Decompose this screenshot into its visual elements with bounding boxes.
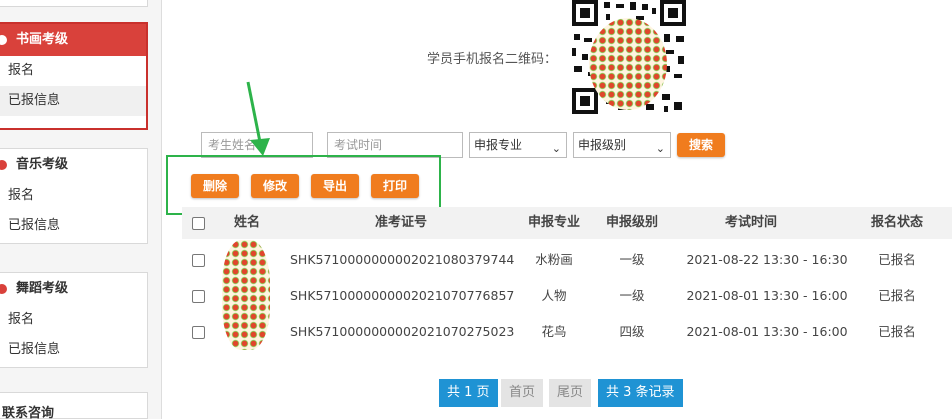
sidebar-section-header[interactable]: 书画考级 [0, 24, 146, 56]
exam-time-value: 2021-08-01 13:30 - 16:00 [686, 324, 848, 339]
sidebar-section-title: 书画考级 [16, 32, 69, 47]
sidebar-section-music: 音乐考级 报名 已报信息 [0, 148, 148, 244]
ticket-number: SHK5710000000002021080379744 [290, 252, 515, 267]
sidebar-section-header[interactable]: 舞蹈考级 [0, 273, 147, 305]
level-value: 一级 [619, 288, 645, 303]
status-value: 已报名 [878, 324, 916, 339]
select-all-checkbox[interactable] [192, 217, 205, 230]
level-value: 四级 [619, 324, 645, 339]
qr-label: 学员手机报名二维码： [427, 52, 558, 67]
sidebar-section-title: 音乐考级 [16, 157, 69, 172]
table-header: 姓名 准考证号 申报专业 申报级别 考试时间 报名状态 [182, 207, 952, 239]
sidebar-top-stub [0, 0, 148, 7]
col-header-level: 申报级别 [605, 215, 658, 230]
col-header-status: 报名状态 [870, 215, 923, 230]
pagination-last-button[interactable]: 尾页 [549, 379, 592, 407]
annotation-arrow-icon [246, 81, 270, 156]
row-checkbox[interactable] [192, 290, 205, 303]
col-header-name: 姓名 [233, 215, 260, 230]
status-value: 已报名 [878, 252, 916, 267]
section-bullet-icon [0, 284, 7, 294]
level-value: 一级 [619, 252, 645, 267]
status-value: 已报名 [878, 288, 916, 303]
level-select[interactable]: 申报级别 ⌄ [573, 132, 671, 158]
sidebar-item-register[interactable]: 报名 [0, 181, 147, 211]
section-bullet-icon [0, 35, 7, 45]
sidebar: 书画考级 报名 已报信息 音乐考级 报名 已报信息 舞蹈考级 报名 已报信息 联… [0, 0, 162, 419]
col-header-exam-time: 考试时间 [724, 215, 777, 230]
exam-time-value: 2021-08-22 13:30 - 16:30 [686, 252, 848, 267]
major-select-value: 申报专业 [474, 138, 523, 152]
sidebar-item-registered-info[interactable]: 已报信息 [0, 86, 146, 116]
qr-obscured-center [589, 18, 667, 110]
exam-time-value: 2021-08-01 13:30 - 16:00 [686, 288, 848, 303]
table-row[interactable]: SHK5710000000002021080379744 水粉画 一级 2021… [182, 242, 952, 278]
pagination-first-button[interactable]: 首页 [501, 379, 544, 407]
row-checkbox[interactable] [192, 326, 205, 339]
ticket-number: SHK5710000000002021070776857 [290, 288, 515, 303]
sidebar-item-register[interactable]: 报名 [0, 56, 146, 86]
sidebar-contact[interactable]: 联系咨询 [0, 392, 148, 419]
sidebar-item-registered-info[interactable]: 已报信息 [0, 335, 147, 365]
pagination-page-count: 共 1 页 [439, 379, 498, 407]
search-button[interactable]: 搜索 [677, 133, 725, 157]
major-value: 水粉画 [535, 252, 573, 267]
col-header-major: 申报专业 [527, 215, 580, 230]
major-value: 花鸟 [541, 324, 567, 339]
table-row[interactable]: SHK5710000000002021070275023 花鸟 四级 2021-… [182, 314, 952, 350]
col-header-ticket: 准考证号 [374, 215, 427, 230]
ticket-number: SHK5710000000002021070275023 [290, 324, 515, 339]
major-select[interactable]: 申报专业 ⌄ [469, 132, 567, 158]
sidebar-section-header[interactable]: 音乐考级 [0, 149, 147, 181]
sidebar-item-register[interactable]: 报名 [0, 305, 147, 335]
sidebar-section-dance: 舞蹈考级 报名 已报信息 [0, 272, 148, 368]
major-value: 人物 [541, 288, 567, 303]
sidebar-item-registered-info[interactable]: 已报信息 [0, 211, 147, 241]
pagination-record-count: 共 3 条记录 [598, 379, 683, 407]
level-select-value: 申报级别 [578, 138, 627, 152]
row-checkbox[interactable] [192, 254, 205, 267]
sidebar-section-calligraphy: 书画考级 报名 已报信息 [0, 22, 148, 130]
chevron-down-icon: ⌄ [551, 142, 561, 155]
annotation-highlight-box [166, 155, 441, 215]
table-row[interactable]: SHK5710000000002021070776857 人物 一级 2021-… [182, 278, 952, 314]
sidebar-section-title: 舞蹈考级 [16, 281, 69, 296]
chevron-down-icon: ⌄ [655, 142, 665, 155]
section-bullet-icon [0, 160, 7, 170]
